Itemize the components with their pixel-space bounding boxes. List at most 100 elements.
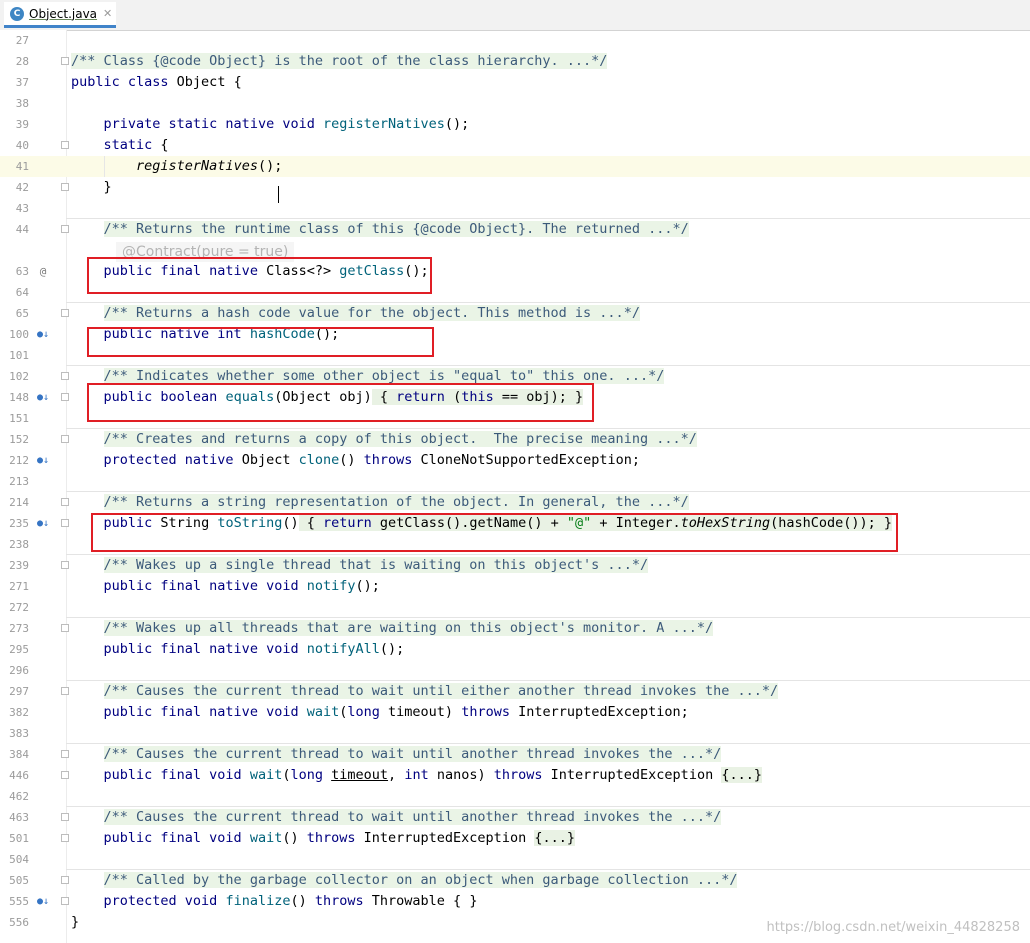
code-line[interactable]: 384 /** Causes the current thread to wai… xyxy=(0,744,1030,765)
code-lines: 27 28 /** Class {@code Object} is the root… xyxy=(0,30,1030,943)
fold-toggle-icon[interactable] xyxy=(61,624,69,632)
code-line[interactable]: 297 /** Causes the current thread to wai… xyxy=(0,681,1030,702)
code-token: protected native xyxy=(103,452,234,468)
code-line[interactable]: 383 xyxy=(0,723,1030,744)
fold-toggle-icon[interactable] xyxy=(61,183,69,191)
code-line[interactable]: 446 public final void wait(long timeout,… xyxy=(0,765,1030,786)
code-line[interactable]: 239 /** Wakes up a single thread that is… xyxy=(0,555,1030,576)
code-line[interactable]: 212 ●↓ protected native Object clone() th… xyxy=(0,450,1030,471)
line-number: 212 xyxy=(9,454,29,467)
fold-toggle-icon[interactable] xyxy=(61,561,69,569)
code-token: /** Wakes up all threads that are waitin… xyxy=(103,620,714,636)
code-line[interactable]: 271 public final native void notify(); xyxy=(0,576,1030,597)
line-number: 382 xyxy=(9,706,29,719)
line-number: 63 xyxy=(15,265,29,278)
code-line[interactable]: 65 /** Returns a hash code value for the… xyxy=(0,303,1030,324)
code-line[interactable]: 505 /** Called by the garbage collector … xyxy=(0,870,1030,891)
overridden-method-icon[interactable]: ●↓ xyxy=(37,455,49,467)
annotation-gutter-icon[interactable]: @ xyxy=(37,266,49,278)
fold-toggle-icon[interactable] xyxy=(61,393,69,401)
tab-object-java[interactable]: C Object.java ✕ xyxy=(4,2,116,28)
code-line[interactable]: 463 /** Causes the current thread to wai… xyxy=(0,807,1030,828)
line-number: 501 xyxy=(9,832,29,845)
code-line[interactable]: 152 /** Creates and returns a copy of th… xyxy=(0,429,1030,450)
code-line[interactable]: 295 public final native void notifyAll()… xyxy=(0,639,1030,660)
code-line[interactable]: 504 xyxy=(0,849,1030,870)
code-token: /** Causes the current thread to wait un… xyxy=(103,683,779,699)
code-text: /** Returns a hash code value for the ob… xyxy=(71,303,640,324)
fold-toggle-icon[interactable] xyxy=(61,309,69,317)
fold-toggle-icon[interactable] xyxy=(61,225,69,233)
code-line[interactable]: 38 xyxy=(0,93,1030,114)
code-token: } xyxy=(71,914,80,930)
code-text: } xyxy=(71,912,79,933)
code-token: static xyxy=(103,137,153,153)
code-line[interactable]: 462 xyxy=(0,786,1030,807)
code-line[interactable]: 501 public final void wait() throws Inte… xyxy=(0,828,1030,849)
fold-toggle-icon[interactable] xyxy=(61,897,69,905)
code-line[interactable]: 39 private static native void registerNa… xyxy=(0,114,1030,135)
close-icon[interactable]: ✕ xyxy=(103,7,112,20)
code-token: /** Causes the current thread to wait un… xyxy=(103,809,722,825)
code-token: public final native void xyxy=(103,578,299,594)
line-number: 505 xyxy=(9,874,29,887)
fold-toggle-icon[interactable] xyxy=(61,372,69,380)
code-line[interactable]: 213 xyxy=(0,471,1030,492)
fold-toggle-icon[interactable] xyxy=(61,498,69,506)
fold-toggle-icon[interactable] xyxy=(61,834,69,842)
overridden-method-icon[interactable]: ●↓ xyxy=(37,896,49,908)
code-line[interactable]: 28 /** Class {@code Object} is the root o… xyxy=(0,51,1030,72)
line-number: 295 xyxy=(9,643,29,656)
code-line[interactable]: 40 static { xyxy=(0,135,1030,156)
code-token: registerNatives xyxy=(136,158,258,174)
method-separator xyxy=(66,491,1030,492)
method-separator xyxy=(66,428,1030,429)
code-token: /** Returns a hash code value for the ob… xyxy=(103,305,640,321)
code-line[interactable]: 296 xyxy=(0,660,1030,681)
code-text: registerNatives(); xyxy=(71,156,282,177)
code-line[interactable]: 273 /** Wakes up all threads that are wa… xyxy=(0,618,1030,639)
overridden-method-icon[interactable]: ●↓ xyxy=(37,329,49,341)
fold-toggle-icon[interactable] xyxy=(61,57,69,65)
code-line[interactable]: 42 } xyxy=(0,177,1030,198)
code-editor[interactable]: 27 28 /** Class {@code Object} is the root… xyxy=(0,30,1030,943)
overridden-method-icon[interactable]: ●↓ xyxy=(37,518,49,530)
fold-toggle-icon[interactable] xyxy=(61,771,69,779)
code-line[interactable]: 382 public final native void wait(long t… xyxy=(0,702,1030,723)
fold-toggle-icon[interactable] xyxy=(61,876,69,884)
code-text: /** Returns a string representation of t… xyxy=(71,492,689,513)
code-line[interactable]: 555 ●↓ protected void finalize() throws T… xyxy=(0,891,1030,912)
code-text: /** Wakes up a single thread that is wai… xyxy=(71,555,649,576)
fold-toggle-icon[interactable] xyxy=(61,813,69,821)
code-line[interactable]: 214 /** Returns a string representation … xyxy=(0,492,1030,513)
line-number: 39 xyxy=(15,118,29,131)
code-token: wait xyxy=(306,704,340,720)
code-text: public final native void wait(long timeo… xyxy=(71,702,689,723)
line-number: 40 xyxy=(15,139,29,152)
fold-toggle-icon[interactable] xyxy=(61,687,69,695)
fold-toggle-icon[interactable] xyxy=(61,435,69,443)
line-number: 42 xyxy=(15,181,29,194)
code-line[interactable]: 27 xyxy=(0,30,1030,51)
line-number: 239 xyxy=(9,559,29,572)
fold-toggle-icon[interactable] xyxy=(61,750,69,758)
code-line[interactable]: 272 xyxy=(0,597,1030,618)
method-separator xyxy=(66,680,1030,681)
fold-toggle-icon[interactable] xyxy=(61,519,69,527)
code-line[interactable]: 44 /** Returns the runtime class of this… xyxy=(0,219,1030,240)
code-token: clone xyxy=(298,452,340,468)
code-text: static { xyxy=(71,135,169,156)
code-token: /** Class {@code Object} is the root of … xyxy=(71,53,608,69)
code-line[interactable]: 41 registerNatives(); xyxy=(0,156,1030,177)
code-line[interactable]: 43 xyxy=(0,198,1030,219)
code-token: throws xyxy=(493,767,543,783)
code-line[interactable]: 37 public class Object { xyxy=(0,72,1030,93)
overridden-method-icon[interactable]: ●↓ xyxy=(37,392,49,404)
fold-toggle-icon[interactable] xyxy=(61,141,69,149)
code-text: /** Causes the current thread to wait un… xyxy=(71,744,722,765)
